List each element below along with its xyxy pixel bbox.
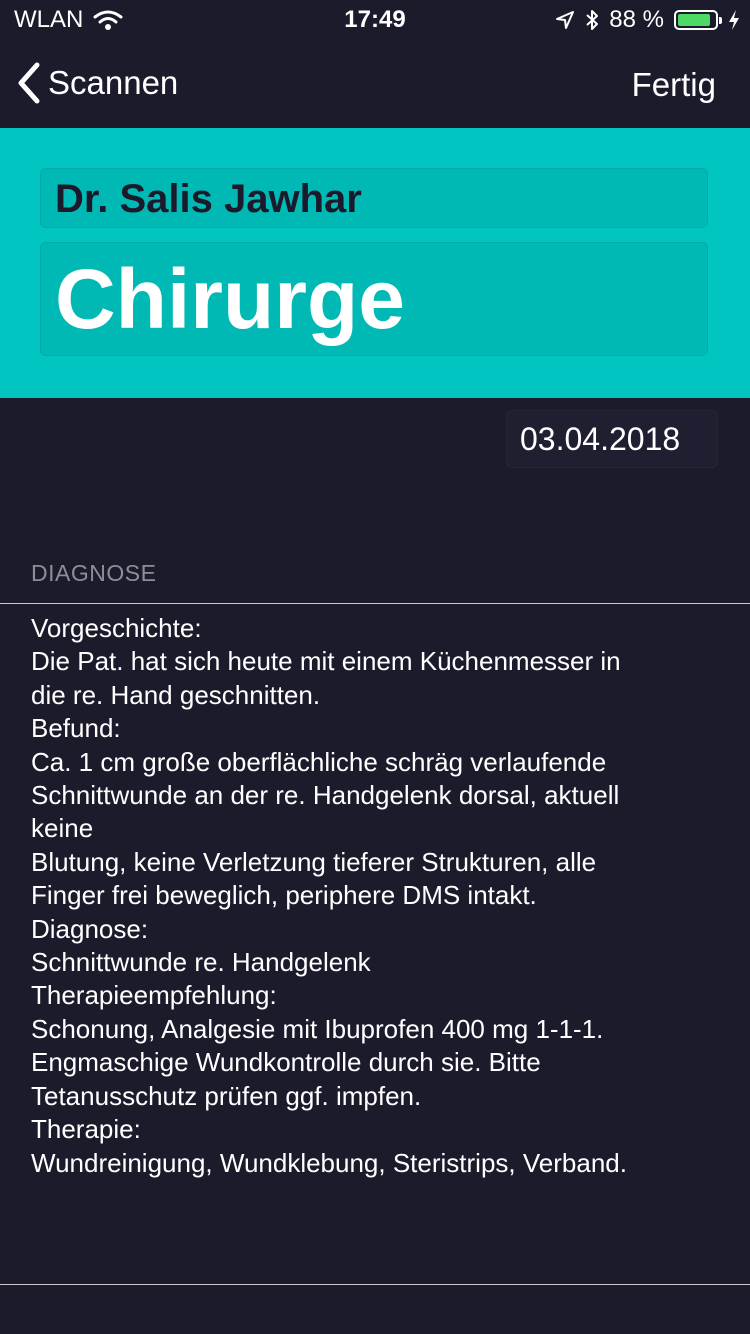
diagnosis-line: Vorgeschichte: bbox=[31, 613, 202, 643]
diagnosis-line: keine bbox=[31, 813, 94, 844]
diagnosis-line: Tetanusschutz prüfen ggf. impfen. bbox=[31, 1080, 422, 1111]
diagnosis-line: Blutung, keine Verletzung tieferer Struk… bbox=[31, 846, 597, 877]
battery-fill bbox=[678, 14, 710, 26]
diagnosis-line: Therapieempfehlung: bbox=[31, 980, 277, 1011]
status-right: 88 % bbox=[555, 6, 740, 34]
doctor-name: Dr. Salis Jawhar bbox=[55, 177, 362, 221]
diagnosis-text-area[interactable]: Vorgeschichte: Die Pat. hat sich heute m… bbox=[31, 612, 721, 1180]
diagnosis-line: Finger frei beweglich, periphere DMS int… bbox=[31, 880, 537, 911]
diagnosis-line: Schnittwunde an der re. Handgelenk dorsa… bbox=[31, 780, 620, 811]
profile-header-card: Dr. Salis Jawhar Chirurge bbox=[0, 128, 750, 398]
status-bar: WLAN 17:49 88 % bbox=[0, 0, 750, 40]
diagnosis-line: Engmaschige Wundkontrolle durch sie. Bit… bbox=[31, 1047, 541, 1078]
diagnosis-line: Wundreinigung, Wundklebung, Steristrips,… bbox=[31, 1147, 627, 1178]
back-button[interactable]: Scannen bbox=[16, 62, 178, 104]
back-button-label: Scannen bbox=[48, 64, 179, 101]
role-field[interactable]: Chirurge bbox=[40, 242, 708, 356]
date-field[interactable]: 03.04.2018 bbox=[506, 410, 718, 468]
diagnosis-line: die re. Hand geschnitten. bbox=[31, 679, 321, 710]
diagnosis-line: Ca. 1 cm große oberflächliche schräg ver… bbox=[31, 746, 607, 777]
diagnosis-line: Therapie: bbox=[31, 1114, 141, 1145]
battery-percent: 88 % bbox=[609, 6, 664, 33]
role-title: Chirurge bbox=[55, 252, 406, 346]
diagnosis-line: Die Pat. hat sich heute mit einem Küchen… bbox=[31, 646, 621, 677]
section-header-diagnose: DIAGNOSE bbox=[31, 560, 157, 586]
battery-cap bbox=[719, 17, 722, 24]
date-value: 03.04.2018 bbox=[520, 421, 681, 457]
diagnosis-line: Diagnose: bbox=[31, 913, 149, 944]
diagnosis-line: Schonung, Analgesie mit Ibuprofen 400 mg… bbox=[31, 1013, 604, 1044]
battery-icon bbox=[674, 10, 722, 30]
chevron-left-icon bbox=[18, 62, 40, 104]
section-divider-bottom bbox=[0, 1284, 750, 1285]
section-divider-top bbox=[0, 603, 750, 604]
diagnosis-line: Schnittwunde re. Handgelenk bbox=[31, 947, 371, 978]
navigation-bar: Scannen Fertig bbox=[0, 40, 750, 128]
done-button[interactable]: Fertig bbox=[632, 66, 716, 104]
diagnosis-line: Befund: bbox=[31, 713, 121, 744]
charging-bolt-icon bbox=[729, 10, 739, 30]
doctor-name-field[interactable]: Dr. Salis Jawhar bbox=[40, 168, 708, 228]
bluetooth-icon bbox=[586, 10, 599, 30]
location-arrow-icon bbox=[556, 11, 575, 29]
